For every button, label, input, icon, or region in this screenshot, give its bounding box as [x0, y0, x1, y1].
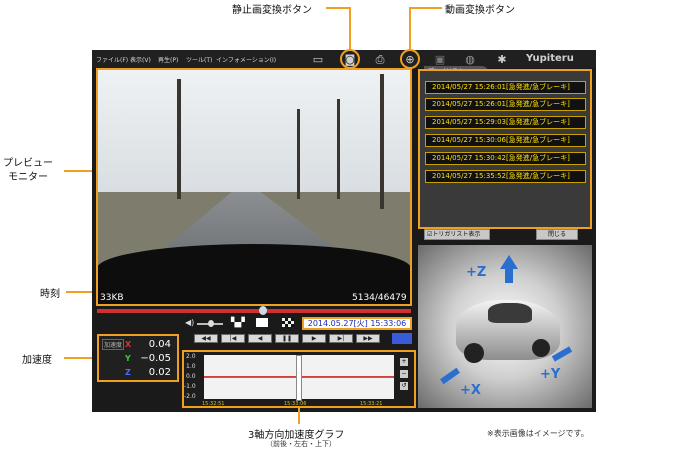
- x-axis-label: +X: [460, 383, 481, 398]
- menu-info[interactable]: インフォメーション(I): [216, 55, 276, 64]
- preview-callout: プレビュー モニター: [3, 157, 53, 185]
- still-convert-leader-v: [349, 7, 351, 49]
- timestamp-display: 2014.05.27[火] 15:33:06: [302, 317, 412, 330]
- graph-xtick: 15:32:51: [202, 401, 225, 407]
- still-convert-callout: 静止画変換ボタン: [232, 5, 312, 16]
- color-indicator: [392, 333, 412, 344]
- accel-panel-label: 加速度: [102, 339, 125, 350]
- fast-forward-button[interactable]: ▶▶: [356, 334, 380, 343]
- z-axis-label: +Z: [466, 265, 487, 280]
- step-back-button[interactable]: ◀: [248, 334, 272, 343]
- pause-button[interactable]: ❚❚: [275, 334, 299, 343]
- brand-logo: Yupiteru: [526, 53, 574, 64]
- graph-leader: [298, 408, 300, 424]
- graph-ytick: -1.0: [184, 383, 196, 390]
- car-wheel-front: [464, 343, 484, 363]
- time-callout: 時刻: [40, 289, 60, 300]
- car-windshield: [488, 303, 532, 323]
- graph-ytick: -2.0: [184, 393, 196, 400]
- trigger-list-checkbox[interactable]: ☑トリガリスト表示: [424, 229, 490, 240]
- graph-ytick: 2.0: [186, 353, 196, 360]
- graph-reset-icon[interactable]: ↺: [400, 382, 408, 390]
- graph-zoom-in-icon[interactable]: +: [400, 358, 408, 366]
- car-wheel-rear: [532, 339, 550, 357]
- close-button[interactable]: 閉じる: [536, 229, 578, 240]
- single-view-icon[interactable]: [256, 318, 268, 327]
- list-item[interactable]: 2014/05/27 15:35:52[急発進/急ブレーキ]: [425, 170, 586, 183]
- video-convert-callout: 動画変換ボタン: [445, 5, 515, 16]
- graph-cursor[interactable]: [296, 355, 302, 401]
- y-label: Y: [125, 354, 131, 363]
- z-arrow-shaft: [505, 269, 513, 283]
- list-item[interactable]: 2014/05/27 15:30:06[急発進/急ブレーキ]: [425, 134, 586, 147]
- prev-button[interactable]: |◀: [221, 334, 245, 343]
- menu-file[interactable]: ファイル(F): [96, 55, 128, 64]
- list-item[interactable]: 2014/05/27 15:26:01[急発進/急ブレーキ]: [425, 81, 586, 94]
- gear-icon[interactable]: ✱: [494, 53, 510, 66]
- menu-play[interactable]: 再生(P): [158, 55, 178, 64]
- printer-icon[interactable]: ⎙: [372, 53, 388, 66]
- rewind-button[interactable]: ◀◀: [194, 334, 218, 343]
- list-item[interactable]: 2014/05/27 15:30:42[急発進/急ブレーキ]: [425, 152, 586, 165]
- y-value: −0.05: [140, 353, 171, 364]
- split-view-icon[interactable]: ▚▞: [231, 317, 251, 329]
- graph-callout-sub: （前後・左右・上下）: [266, 440, 336, 448]
- list-item[interactable]: 2014/05/27 15:26:01[急発進/急ブレーキ]: [425, 98, 586, 111]
- file-size: 33KB: [100, 293, 124, 303]
- still-convert-leader: [326, 7, 350, 9]
- x-arrow-icon: [440, 367, 460, 385]
- graph-ytick: 0.0: [186, 373, 196, 380]
- video-convert-highlight: [400, 49, 420, 69]
- preview-callout-line2: モニター: [8, 172, 48, 183]
- playlist-panel: 2014/05/27 15:26:01[急発進/急ブレーキ] 2014/05/2…: [418, 69, 592, 229]
- trigger-list-label: トリガリスト表示: [432, 231, 481, 238]
- video-convert-leader-v: [409, 7, 411, 49]
- preview-callout-line1: プレビュー: [3, 158, 53, 169]
- menu-tools[interactable]: ツール(T): [186, 55, 212, 64]
- graph-xtick: 15:33:21: [360, 401, 383, 407]
- video-convert-leader: [409, 7, 442, 9]
- list-item[interactable]: 2014/05/27 15:29:03[急発進/急ブレーキ]: [425, 116, 586, 129]
- step-forward-button[interactable]: ▶: [302, 334, 326, 343]
- seek-bar[interactable]: [97, 309, 411, 313]
- graph-zoom-out-icon[interactable]: −: [400, 370, 408, 378]
- accel-callout: 加速度: [22, 355, 52, 366]
- graph-ytick: 1.0: [186, 363, 196, 370]
- folder-icon[interactable]: ▭: [310, 53, 326, 66]
- graph-xtick: 15:33:06: [284, 401, 307, 407]
- y-axis-label: +Y: [540, 367, 561, 382]
- z-label: Z: [125, 368, 131, 377]
- accel-graph: 2.0 1.0 0.0 -1.0 -2.0 15:32:51 15:33:06 …: [182, 350, 416, 408]
- globe-icon[interactable]: ◍: [462, 53, 478, 66]
- image-note: ※表示画像はイメージです。: [487, 429, 589, 438]
- volume-icon[interactable]: ◀): [185, 318, 194, 327]
- still-convert-highlight: [340, 49, 360, 69]
- z-value: 0.02: [148, 367, 171, 378]
- menu-view[interactable]: 表示(V): [130, 55, 151, 64]
- checker-icon[interactable]: [282, 318, 294, 327]
- x-value: 0.04: [148, 339, 171, 350]
- acceleration-panel: 加速度 X 0.04 Y −0.05 Z 0.02: [97, 334, 179, 382]
- car-3d-view: +Z +X +Y: [418, 245, 592, 408]
- z-arrow-icon: [500, 255, 518, 269]
- x-label: X: [125, 340, 132, 349]
- save-icon[interactable]: ▣: [432, 53, 448, 66]
- preview-highlight: [96, 68, 412, 306]
- frame-counter: 5134/46479: [352, 293, 407, 303]
- next-button[interactable]: ▶|: [329, 334, 353, 343]
- volume-thumb[interactable]: [208, 320, 214, 327]
